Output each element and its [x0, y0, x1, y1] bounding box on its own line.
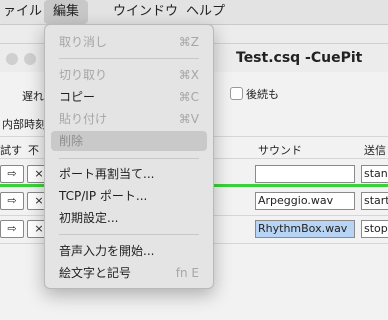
- menu-item-cut[interactable]: 切り取り ⌘X: [51, 65, 207, 85]
- col-header-invalid: 不: [28, 144, 39, 157]
- sound-field[interactable]: [255, 165, 355, 183]
- sound-field[interactable]: Arpeggio.wav: [255, 192, 355, 210]
- internal-clock-label: 内部時刻: [2, 118, 46, 131]
- play-button[interactable]: ⇨: [0, 192, 24, 210]
- window-title: Test.csq -CuePit: [236, 50, 363, 66]
- send-field[interactable]: stop: [361, 220, 388, 238]
- close-window-button[interactable]: [6, 53, 18, 65]
- col-header-test: 試す: [0, 144, 22, 157]
- menu-help[interactable]: ヘルプ: [177, 0, 234, 24]
- after-label: 後続も: [246, 88, 279, 101]
- menu-item-start-dictation[interactable]: 音声入力を開始...: [51, 241, 207, 261]
- menu-item-paste[interactable]: 貼り付け ⌘V: [51, 109, 207, 129]
- menu-item-tcpip-port[interactable]: TCP/IP ポート...: [51, 186, 207, 206]
- send-field[interactable]: stanc: [361, 165, 388, 183]
- send-field[interactable]: start: [361, 192, 388, 210]
- col-header-sound: サウンド: [258, 144, 302, 157]
- minimize-window-button[interactable]: [24, 53, 36, 65]
- menu-bar: ァイル 編集 ウインドウ ヘルプ: [0, 0, 388, 25]
- edit-menu-dropdown: 取り消し ⌘Z 切り取り ⌘X コピー ⌘C 貼り付け ⌘V 削除 ポート再割当…: [44, 24, 214, 289]
- play-button[interactable]: ⇨: [0, 165, 24, 183]
- menu-item-port-reassign[interactable]: ポート再割当て...: [51, 164, 207, 184]
- after-checkbox[interactable]: [230, 87, 243, 100]
- menu-item-preferences[interactable]: 初期設定...: [51, 208, 207, 228]
- menu-edit[interactable]: 編集: [44, 0, 89, 24]
- menu-item-copy[interactable]: コピー ⌘C: [51, 87, 207, 107]
- menu-item-undo[interactable]: 取り消し ⌘Z: [51, 32, 207, 52]
- delay-label: 遅れ: [22, 90, 44, 103]
- sound-field[interactable]: RhythmBox.wav: [255, 220, 355, 238]
- menu-item-emoji-symbols[interactable]: 絵文字と記号 fn E: [51, 263, 207, 283]
- menu-window[interactable]: ウインドウ: [104, 0, 187, 24]
- menu-item-delete[interactable]: 削除: [51, 131, 207, 151]
- col-header-send: 送信: [364, 144, 386, 157]
- play-button[interactable]: ⇨: [0, 220, 24, 238]
